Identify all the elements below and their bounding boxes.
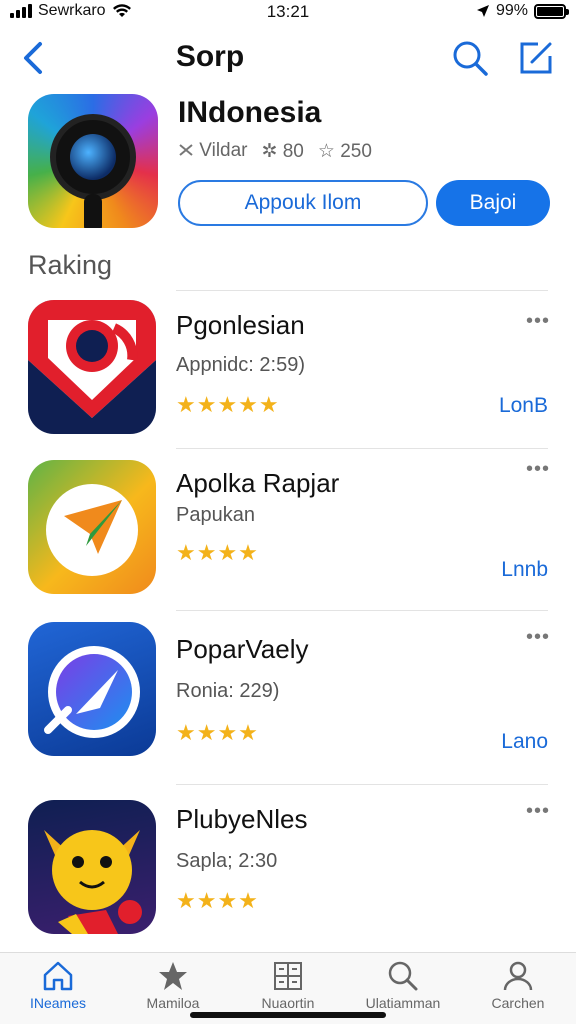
divider: [176, 784, 548, 785]
featured-app: INdonesia Vildar ✲ 80 ☆ 250 Appouk Ilom …: [28, 92, 558, 232]
open-app-button[interactable]: Appouk Ilom: [178, 180, 428, 226]
person-icon: [503, 961, 533, 991]
tab-label: Mamiloa: [146, 995, 200, 1011]
home-icon: [43, 961, 73, 991]
app-icon-1[interactable]: [28, 300, 156, 434]
rating-stars: ★★★★: [176, 540, 259, 565]
app-subtitle: Papukan: [176, 504, 255, 526]
more-icon[interactable]: •••: [526, 800, 550, 823]
app-action-button[interactable]: Lano: [501, 730, 548, 754]
tab-search[interactable]: Ulatiamman: [348, 959, 458, 1011]
rating-stars: ★★★★★: [176, 392, 280, 417]
app-subtitle: Appnidc: 2:59): [176, 354, 305, 376]
tab-categories[interactable]: Nuaortin: [233, 959, 343, 1011]
list-item[interactable]: PoparVaely Ronia: 229) ★★★★ ••• Lano: [0, 610, 576, 780]
tab-label: Nuaortin: [261, 995, 315, 1011]
grid-icon: [274, 962, 302, 990]
category-icon: [179, 144, 193, 156]
more-icon[interactable]: •••: [526, 626, 550, 649]
status-right: 99%: [476, 2, 569, 20]
location-arrow-icon: [476, 5, 489, 17]
battery-icon: [534, 3, 569, 19]
tab-label: INeames: [29, 995, 87, 1011]
compose-icon[interactable]: [516, 38, 556, 78]
divider: [176, 448, 548, 449]
meta-item: Vildar: [178, 140, 248, 163]
battery-percent: 99%: [495, 2, 528, 19]
featured-app-meta: Vildar ✲ 80 ☆ 250: [178, 140, 372, 163]
app-name: Pgonlesian: [176, 310, 305, 340]
meta-item: ✲ 80: [261, 141, 304, 162]
status-bar: Sewrkaro 13:21 99%: [0, 0, 576, 24]
app-action-button[interactable]: LonB: [499, 394, 548, 418]
meta-item: ☆ 250: [317, 141, 372, 162]
tab-label: Carchen: [491, 995, 545, 1011]
page-title: Sorp: [175, 40, 245, 73]
divider: [176, 610, 548, 611]
get-button[interactable]: Bajoi: [436, 180, 550, 226]
list-item[interactable]: PlubyeNles Sapla; 2:30 ★★★★ •••: [0, 784, 576, 944]
more-icon[interactable]: •••: [526, 310, 550, 333]
sparkle-icon: ✲: [261, 141, 278, 162]
section-title: Raking: [28, 250, 113, 280]
star-icon: [159, 962, 187, 990]
app-icon-3[interactable]: [28, 622, 156, 756]
tab-featured[interactable]: Mamiloa: [118, 959, 228, 1011]
divider: [176, 290, 548, 291]
more-icon[interactable]: •••: [526, 458, 550, 481]
tab-home[interactable]: INeames: [3, 959, 113, 1011]
app-icon-2[interactable]: [28, 460, 156, 594]
featured-app-icon[interactable]: [28, 94, 158, 228]
search-icon[interactable]: [450, 38, 490, 78]
app-action-button[interactable]: Lnnb: [501, 558, 548, 582]
tab-profile[interactable]: Carchen: [463, 959, 573, 1011]
tab-label: Ulatiamman: [365, 995, 441, 1011]
search-icon: [388, 961, 418, 991]
rating-stars: ★★★★: [176, 888, 259, 913]
tab-bar: INeames Mamiloa Nuaortin Ulatiamman Carc…: [0, 952, 576, 1024]
app-subtitle: Sapla; 2:30: [176, 850, 278, 872]
rating-stars: ★★★★: [176, 720, 259, 745]
home-indicator[interactable]: [190, 1012, 386, 1018]
featured-app-name: INdonesia: [178, 96, 322, 129]
app-subtitle: Ronia: 229): [176, 680, 280, 702]
app-name: PoparVaely: [176, 634, 309, 664]
nav-bar: Sorp: [0, 30, 576, 86]
battery-fill: [537, 6, 563, 16]
app-name: Apolka Rapjar: [176, 468, 340, 498]
list-item[interactable]: Pgonlesian Appnidc: 2:59) ★★★★★ ••• LonB: [0, 290, 576, 450]
camera-lens-icon: [50, 114, 136, 200]
list-item[interactable]: Apolka Rapjar Papukan ★★★★ ••• Lnnb: [0, 448, 576, 608]
app-name: PlubyeNles: [176, 804, 308, 834]
app-icon-4[interactable]: [28, 800, 156, 934]
star-outline-icon: ☆: [317, 141, 335, 162]
